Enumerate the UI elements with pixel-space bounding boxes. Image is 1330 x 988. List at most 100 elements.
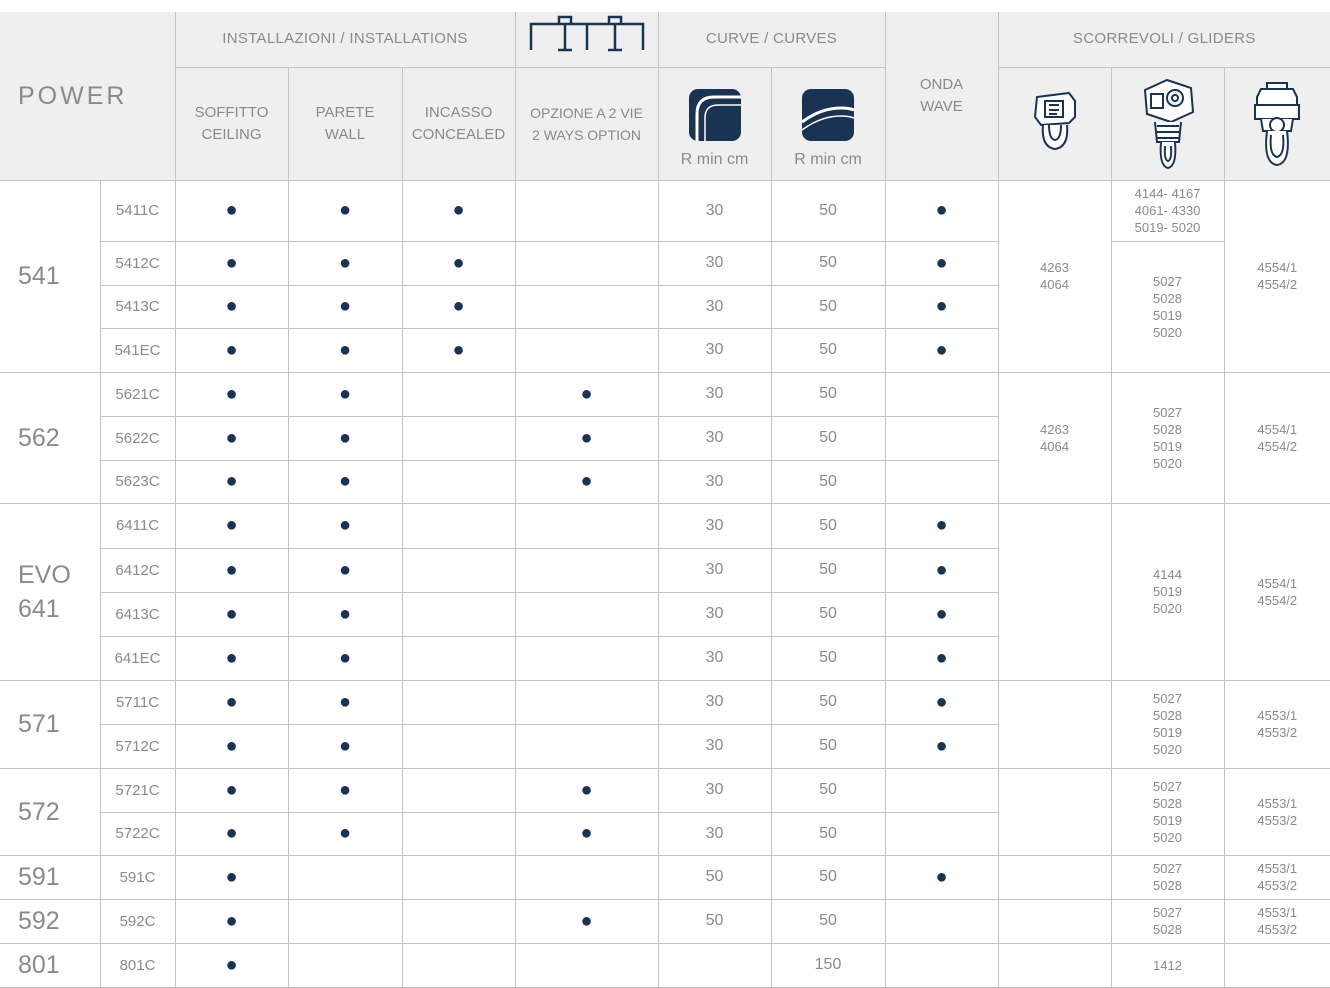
incasso-cell: ● [401,240,516,286]
availability-dot: ● [935,690,948,713]
curve-vertical-header: R min cm [770,66,886,181]
availability-dot: ● [225,251,238,274]
radius-r1: 30 [657,240,772,286]
soffitto-cell: ● [174,371,289,417]
radius-r2: 50 [770,591,886,637]
model-name: 592 [0,898,101,944]
table-row: 592 592C ● ● 50 50 5027 5028 4553/1 4553/2 [0,898,1330,944]
availability-dot: ● [935,295,948,317]
glider-code: 5019 [1153,584,1182,599]
availability-dot: ● [225,822,238,844]
availability-dot: ● [338,734,352,757]
curve-vertical-icon [801,88,855,141]
availability-dot: ● [225,558,238,581]
availability-dot: ● [338,514,352,536]
twoways-cell [514,635,659,681]
availability-dot: ● [338,602,352,625]
incasso-cell [401,854,516,900]
power-spec-table: POWER INSTALLAZIONI / INSTALLATIONS CURV… [0,12,1330,988]
radius-r1: 30 [657,284,772,329]
parete-cell: ● [287,635,403,681]
curve-horizontal-header: R min cm [657,66,772,181]
glider-roller-header [1223,66,1330,181]
availability-dot: ● [338,558,352,581]
availability-dot: ● [225,909,238,932]
power-title: POWER [0,12,176,181]
glider-code: 5027 [1153,691,1182,706]
glider-1-codes [997,854,1112,900]
onda-cell: ● [884,635,999,681]
curve-horizontal-icon [688,88,741,141]
incasso-cell [401,547,516,593]
availability-dot: ● [225,690,238,713]
onda-cell [884,371,999,417]
radius-r2: 50 [770,415,886,461]
glider-code: 5020 [1153,324,1182,340]
availability-dot: ● [225,514,238,536]
availability-dot: ● [225,646,238,669]
glider-motor-icon [1143,78,1194,169]
product-code: 5721C [99,767,176,813]
glider-2-codes: 5027 5028 5019 5020 [1110,767,1225,856]
availability-dot: ● [452,295,465,317]
parete-cell: ● [287,723,403,769]
product-code: 591C [99,854,176,900]
rmin-label-2: R min cm [794,150,862,168]
incasso-cell [401,591,516,637]
radius-r1: 30 [657,635,772,681]
onda-cell [884,767,999,813]
glider-code: 4144- 4167 [1134,186,1201,201]
incasso-cell [401,679,516,725]
glider-2-codes: 5027 5028 5019 5020 [1110,679,1225,769]
model-name: 571 [0,679,101,769]
parete-cell: ● [287,767,403,813]
curves-header: CURVE / CURVES [657,12,886,68]
radius-r2: 50 [770,635,886,681]
glider-code: 4554/1 [1257,421,1298,437]
product-code: 5621C [99,371,176,417]
availability-dot: ● [580,822,593,844]
parete-cell: ● [287,502,403,549]
glider-3-codes: 4553/1 4553/2 [1223,767,1330,856]
availability-dot: ● [935,734,948,757]
glider-code: 1412 [1153,957,1182,973]
parete-cell: ● [287,179,403,242]
glider-code: 4553/1 [1257,905,1298,920]
availability-dot: ● [338,199,352,221]
radius-r1: 30 [657,179,772,242]
soffitto-cell: ● [174,854,289,900]
glider-code: 5027 [1153,404,1182,420]
availability-dot: ● [452,338,465,361]
model-name-line: 562 [18,423,60,452]
incasso-cell [401,942,516,988]
table-row: 572 5721C ● ● ● 30 50 5027 5028 5019 5020 4553/1 455… [0,767,1330,856]
table-header: POWER INSTALLAZIONI / INSTALLATIONS CURV… [0,12,1330,181]
radius-r2: 50 [770,854,886,900]
soffitto-cell: ● [174,284,289,329]
product-code: 5413C [100,284,176,329]
twoways-cell [514,327,659,373]
model-name-line: 572 [18,797,60,826]
model-name-line: EVO [18,560,71,589]
radius-r2: 50 [770,723,886,769]
soffitto-cell: ● [174,415,289,461]
parete-wall-header: PARETE WALL [287,66,403,181]
glider-code: 5020 [1153,601,1182,616]
parete-cell [287,942,403,988]
onda-cell: ● [884,240,999,286]
radius-r1: 30 [657,811,772,856]
model-name-line: 641 [18,594,60,623]
incasso-cell [401,898,516,944]
glider-code: 5019 [1153,438,1182,454]
table-row: 571 5711C ● ● 30 50 ● 5027 5028 5019 5020 4553/1 455… [0,679,1330,769]
model-name: 591 [0,854,101,900]
radius-r1: 30 [657,679,772,725]
availability-dot: ● [338,338,352,361]
soffitto-cell: ● [174,635,289,681]
glider-code: 4553/2 [1257,812,1298,828]
two-ways-rail-icon [529,16,644,52]
glider-1-codes: 4263 4064 [997,371,1112,504]
twoways-cell [514,591,659,637]
availability-dot: ● [580,909,593,932]
availability-dot: ● [338,470,352,492]
